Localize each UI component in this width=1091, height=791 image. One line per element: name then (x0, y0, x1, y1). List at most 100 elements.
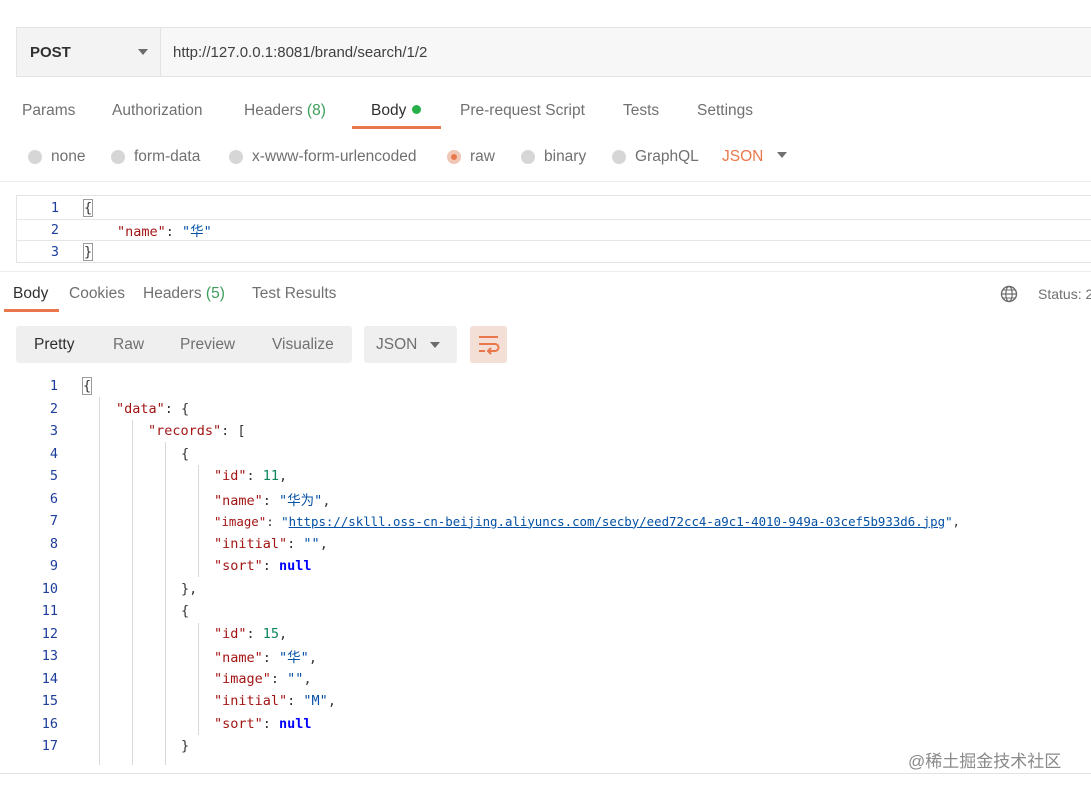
line-number: 9 (49, 558, 58, 574)
line-number: 1 (49, 378, 58, 394)
code-text: }, (181, 580, 198, 597)
radio-circle-icon (612, 150, 626, 164)
radio-graphql[interactable]: GraphQL (612, 148, 699, 166)
tab-prerequest-script[interactable]: Pre-request Script (460, 102, 585, 120)
pretty-button[interactable]: Pretty (34, 336, 74, 354)
radio-raw[interactable]: raw (447, 148, 495, 166)
code-text: } (181, 738, 190, 754)
code-text: "records": [ (148, 423, 246, 439)
code-text: "data": { (116, 400, 190, 417)
request-body-editor[interactable]: 1 { 2 "name": "华" 3 } (16, 195, 1091, 263)
headers-count: (8) (306, 102, 326, 119)
method-label: POST (30, 43, 71, 61)
code-line: 5 "id": 11, (16, 465, 1091, 487)
divider (0, 271, 1091, 272)
line-number: 5 (49, 468, 58, 484)
radio-graphql-label: GraphQL (635, 148, 699, 165)
tab-params[interactable]: Params (22, 102, 75, 120)
tab-response-headers-label: Headers (143, 285, 202, 302)
radio-form-data-label: form-data (134, 148, 201, 165)
radio-none-label: none (51, 148, 86, 165)
code-line: 10 }, (16, 578, 1091, 600)
active-dot-icon (412, 105, 422, 114)
request-bar: POST http://127.0.0.1:8081/brand/search/… (16, 27, 1091, 77)
line-number: 2 (49, 400, 58, 417)
radio-circle-icon (28, 150, 42, 164)
code-line: 6 "name": "华为", (16, 488, 1091, 510)
code-text: "name": "华", (214, 650, 317, 666)
code-line: 3 "records": [ (16, 420, 1091, 442)
radio-binary[interactable]: binary (521, 148, 586, 166)
divider (0, 773, 1091, 774)
divider (0, 181, 1091, 182)
code-text: "name": "华为", (214, 492, 331, 509)
radio-binary-label: binary (544, 148, 587, 165)
radio-urlencoded-label: x-www-form-urlencoded (252, 148, 417, 165)
code-line: 15 "initial": "M", (16, 690, 1091, 712)
radio-urlencoded[interactable]: x-www-form-urlencoded (229, 148, 417, 166)
code-line: 2 "data": { (16, 398, 1091, 420)
chevron-down-icon (138, 49, 148, 55)
tab-test-results[interactable]: Test Results (252, 285, 336, 303)
wrap-lines-button[interactable] (470, 326, 507, 363)
response-body-viewer[interactable]: 1 { 2 "data": { 3 "records": [ 4 { 5 "id… (16, 375, 1091, 765)
tab-settings[interactable]: Settings (697, 102, 753, 120)
preview-button[interactable]: Preview (180, 336, 235, 354)
code-line: 14 "image": "", (16, 668, 1091, 690)
radio-checked-icon (447, 150, 461, 164)
raw-button[interactable]: Raw (113, 336, 144, 354)
code-line: 12 "id": 15, (16, 623, 1091, 645)
body-format-select[interactable]: JSON (722, 148, 788, 166)
tab-authorization[interactable]: Authorization (112, 102, 202, 120)
code-text: "sort": null (214, 558, 312, 574)
response-format-select[interactable]: JSON (364, 326, 457, 363)
tab-response-body[interactable]: Body (13, 285, 48, 303)
line-number: 1 (50, 200, 59, 216)
code-text: "id": 15, (214, 625, 288, 642)
body-type-radios: none form-data x-www-form-urlencoded raw… (0, 140, 1091, 174)
radio-none[interactable]: none (28, 148, 85, 166)
code-line: 7 "image": "https://sklll.oss-cn-beijing… (16, 510, 1091, 532)
code-text: "image": "", (214, 670, 312, 687)
line-number: 15 (41, 693, 58, 709)
line-number: 12 (41, 625, 58, 642)
chevron-down-icon (777, 152, 788, 158)
code-text: { (181, 603, 190, 619)
code-text: } (83, 243, 94, 261)
body-format-label: JSON (722, 148, 764, 165)
code-text: "id": 11, (214, 468, 288, 484)
code-line: 13 "name": "华", (16, 645, 1091, 667)
view-mode-group: Pretty Raw Preview Visualize (16, 326, 352, 363)
visualize-button[interactable]: Visualize (272, 336, 334, 354)
response-tabs: Body Cookies Headers (5) Test Results (0, 280, 1091, 314)
code-line: 4 { (16, 443, 1091, 465)
code-text: "initial": "", (214, 535, 328, 552)
tab-headers[interactable]: Headers (8) (244, 102, 326, 120)
tab-response-headers[interactable]: Headers (5) (143, 285, 225, 303)
radio-circle-icon (521, 150, 535, 164)
code-line: 9 "sort": null (16, 555, 1091, 577)
code-text: { (83, 199, 94, 217)
tab-body-label: Body (371, 102, 407, 119)
line-number: 14 (41, 670, 58, 687)
method-select[interactable]: POST (17, 28, 161, 76)
code-line: 2 "name": "华" (17, 219, 1091, 241)
code-line: 16 "sort": null (16, 713, 1091, 735)
tab-cookies[interactable]: Cookies (69, 285, 125, 303)
line-number: 3 (49, 423, 58, 439)
globe-icon[interactable] (1000, 285, 1018, 303)
line-number: 10 (41, 580, 58, 597)
line-number: 16 (41, 715, 58, 732)
active-tab-indicator (352, 126, 441, 129)
line-number: 6 (49, 490, 58, 507)
tab-body[interactable]: Body (371, 102, 422, 120)
url-input[interactable]: http://127.0.0.1:8081/brand/search/1/2 (161, 28, 1091, 76)
radio-form-data[interactable]: form-data (111, 148, 200, 166)
line-number: 13 (41, 648, 58, 664)
code-line: 1 { (16, 375, 1091, 397)
line-number: 7 (49, 513, 58, 529)
code-text: "image": "https://sklll.oss-cn-beijing.a… (214, 513, 961, 529)
tab-tests[interactable]: Tests (623, 102, 659, 120)
code-text: "sort": null (214, 715, 312, 732)
image-url-link[interactable]: https://sklll.oss-cn-beijing.aliyuncs.co… (289, 514, 945, 529)
